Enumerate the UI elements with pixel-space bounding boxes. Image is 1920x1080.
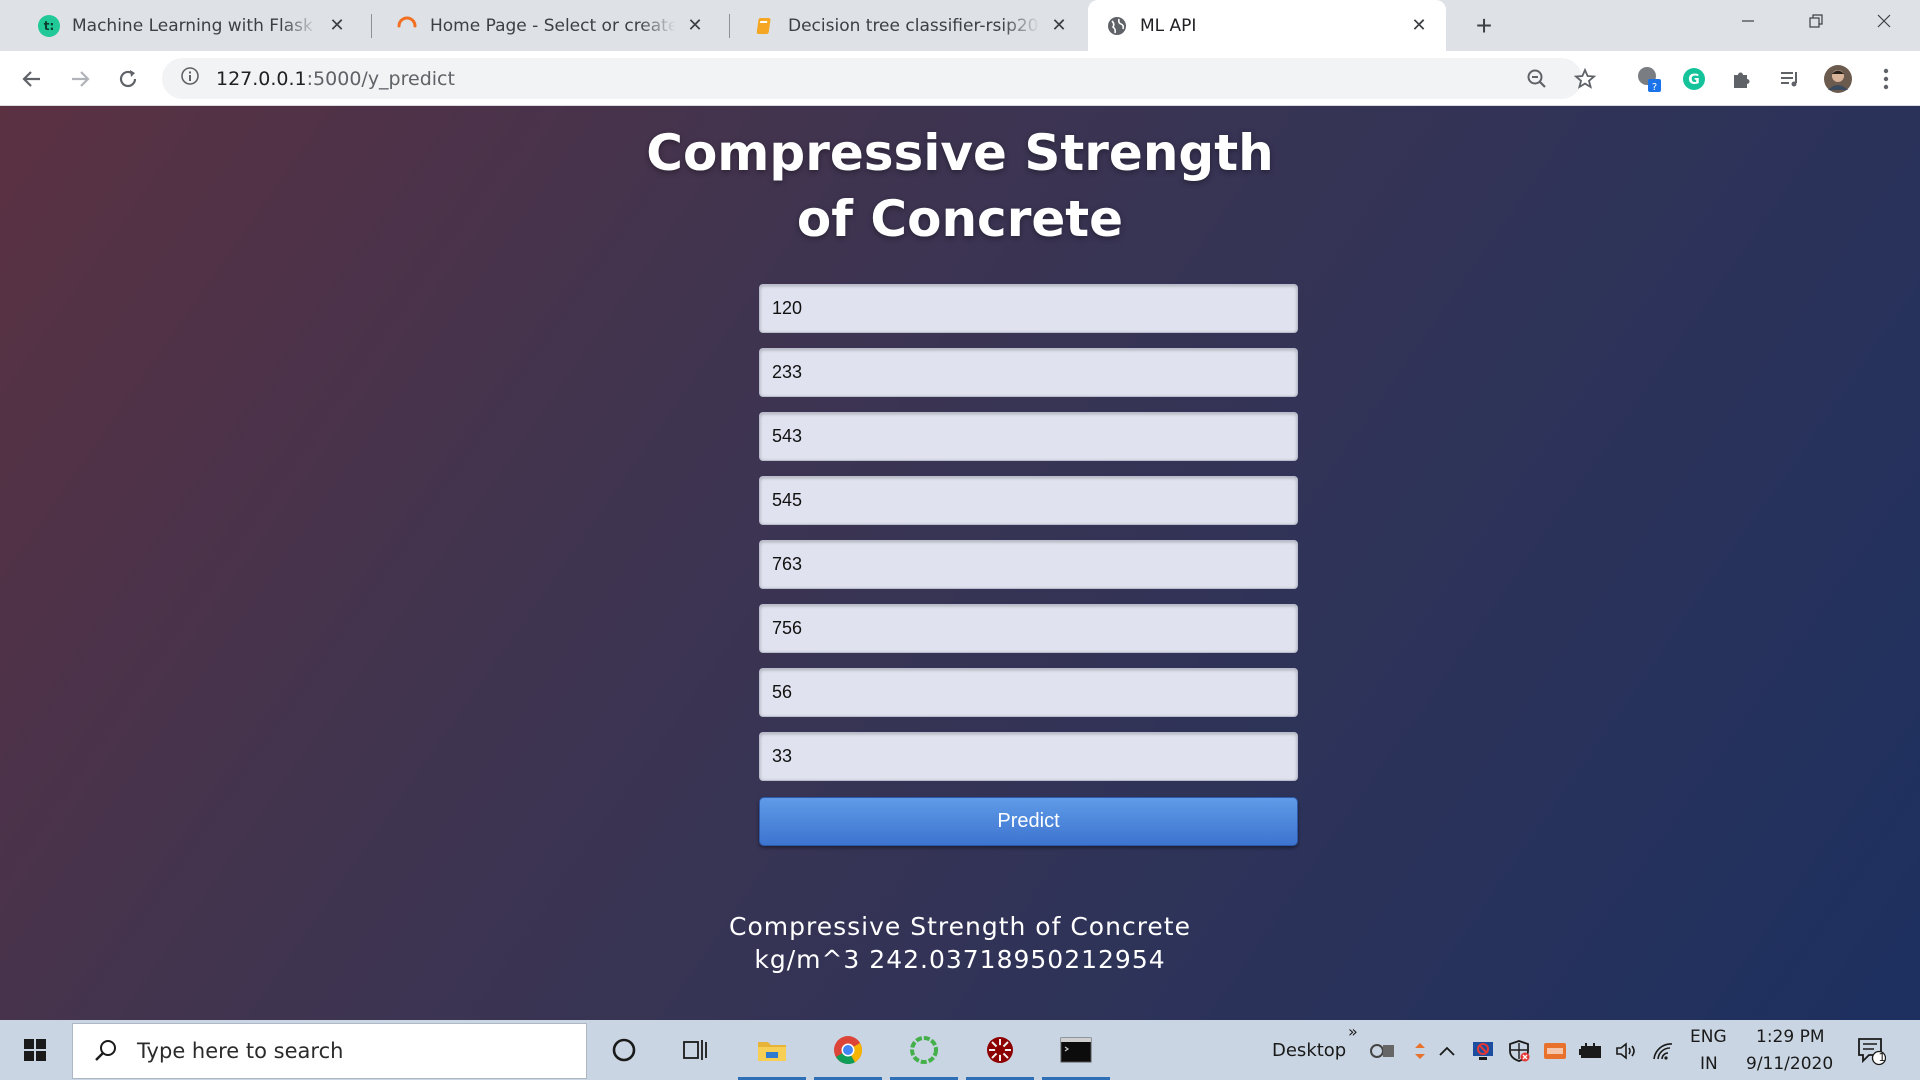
input-field-2[interactable] xyxy=(759,348,1298,397)
toolbar-expand-icon[interactable]: » xyxy=(1348,1022,1358,1041)
task-view-icon[interactable] xyxy=(658,1020,734,1080)
minimize-button[interactable] xyxy=(1714,0,1782,42)
page-title: Compressive Strength of Concrete xyxy=(0,120,1920,252)
globe-icon xyxy=(1106,15,1128,37)
terminal-icon[interactable] xyxy=(1038,1020,1114,1080)
tab-ml-api[interactable]: ML API ✕ xyxy=(1088,0,1446,51)
media-control-icon[interactable] xyxy=(1773,62,1807,96)
defender-shield-icon[interactable] xyxy=(1506,1038,1532,1064)
svg-text:G: G xyxy=(1688,72,1700,88)
desktop-toolbar-label[interactable]: Desktop xyxy=(1272,1040,1346,1061)
url-path: :5000/y_predict xyxy=(306,67,455,90)
forward-button[interactable] xyxy=(63,62,97,96)
extension-help-icon[interactable]: ? xyxy=(1632,62,1666,96)
tab-decision-tree[interactable]: Decision tree classifier-rsip2020 - ✕ xyxy=(736,0,1086,51)
input-language[interactable]: ENG xyxy=(1690,1027,1727,1047)
start-button[interactable] xyxy=(0,1020,70,1080)
result-label: Compressive Strength of Concrete xyxy=(729,912,1191,941)
input-field-5[interactable] xyxy=(759,540,1298,589)
predict-button[interactable]: Predict xyxy=(759,797,1298,846)
input-region[interactable]: IN xyxy=(1700,1054,1718,1074)
close-window-button[interactable] xyxy=(1850,0,1918,42)
volume-icon[interactable] xyxy=(1614,1038,1640,1064)
tab-strip: t: Machine Learning with Flask Fran ✕ Ho… xyxy=(0,0,1920,51)
reload-button[interactable] xyxy=(111,62,145,96)
close-icon[interactable]: ✕ xyxy=(326,15,348,37)
wifi-icon[interactable] xyxy=(1650,1038,1676,1064)
windows-logo-icon xyxy=(24,1039,46,1061)
clock-date[interactable]: 9/11/2020 xyxy=(1746,1054,1833,1074)
input-field-1[interactable] xyxy=(759,284,1298,333)
result-value: kg/m^3 242.03718950212954 xyxy=(754,945,1166,974)
avatar[interactable] xyxy=(1821,62,1855,96)
input-field-8[interactable] xyxy=(759,732,1298,781)
chrome-icon[interactable] xyxy=(810,1020,886,1080)
windows-taskbar: Type here to search Desktop » ENG IN 1:2… xyxy=(0,1020,1920,1080)
tab-ml-flask[interactable]: t: Machine Learning with Flask Fran ✕ xyxy=(20,0,364,51)
taskbar-search[interactable]: Type here to search xyxy=(72,1023,587,1079)
new-tab-button[interactable]: + xyxy=(1468,10,1500,42)
notification-badge: 1 xyxy=(1878,1051,1886,1064)
prediction-result: Compressive Strength of Concrete kg/m^3 … xyxy=(0,910,1920,976)
spyder-icon[interactable] xyxy=(962,1020,1038,1080)
notification-center-icon[interactable]: 1 xyxy=(1856,1036,1886,1066)
page-title-line: of Concrete xyxy=(796,190,1124,248)
tab-title: Decision tree classifier-rsip2020 - xyxy=(788,15,1040,36)
info-icon[interactable] xyxy=(180,66,200,91)
close-icon[interactable]: ✕ xyxy=(1408,15,1430,37)
url-host: 127.0.0.1 xyxy=(216,67,307,90)
tab-title: Home Page - Select or create a n xyxy=(430,15,676,36)
page-title-line: Compressive Strength xyxy=(646,124,1274,182)
ssd-utility-icon[interactable] xyxy=(1542,1038,1568,1064)
clock-time[interactable]: 1:29 PM xyxy=(1756,1027,1825,1047)
url-text: 127.0.0.1:5000/y_predict xyxy=(216,68,455,90)
battery-icon[interactable] xyxy=(1578,1038,1604,1064)
file-explorer-icon[interactable] xyxy=(734,1020,810,1080)
security-center-icon[interactable] xyxy=(1470,1038,1496,1064)
extensions-puzzle-icon[interactable] xyxy=(1725,62,1759,96)
notebook-icon xyxy=(754,15,776,37)
tab-separator xyxy=(371,14,372,38)
tab-home-page[interactable]: Home Page - Select or create a n ✕ xyxy=(378,0,722,51)
zoom-icon[interactable] xyxy=(1520,62,1554,96)
tab-title: Machine Learning with Flask Fran xyxy=(72,15,318,36)
tab-favicon-icon: t: xyxy=(38,14,60,37)
close-icon[interactable]: ✕ xyxy=(1048,15,1070,37)
page-content: Compressive Strength of Concrete Predict… xyxy=(0,106,1920,1020)
restore-button[interactable] xyxy=(1782,0,1850,42)
close-icon[interactable]: ✕ xyxy=(684,15,706,37)
spinner-icon xyxy=(396,15,418,37)
search-placeholder: Type here to search xyxy=(137,1039,344,1063)
anaconda-icon[interactable] xyxy=(886,1020,962,1080)
chevron-up-icon[interactable] xyxy=(1434,1038,1460,1064)
search-icon xyxy=(95,1040,116,1061)
browser-toolbar: 127.0.0.1:5000/y_predict ? G xyxy=(0,51,1920,106)
input-field-3[interactable] xyxy=(759,412,1298,461)
grammarly-icon[interactable]: G xyxy=(1677,62,1711,96)
svg-text:?: ? xyxy=(1652,82,1657,93)
update-icon[interactable] xyxy=(1412,1038,1428,1064)
browser-window: t: Machine Learning with Flask Fran ✕ Ho… xyxy=(0,0,1920,1080)
input-field-4[interactable] xyxy=(759,476,1298,525)
menu-kebab-icon[interactable] xyxy=(1869,62,1903,96)
address-bar[interactable]: 127.0.0.1:5000/y_predict xyxy=(162,58,1596,99)
tab-title: ML API xyxy=(1140,15,1197,36)
input-field-7[interactable] xyxy=(759,668,1298,717)
cortana-icon[interactable] xyxy=(586,1020,662,1080)
input-field-6[interactable] xyxy=(759,604,1298,653)
back-button[interactable] xyxy=(15,62,49,96)
network-monitor-icon[interactable] xyxy=(1370,1038,1396,1064)
tab-separator xyxy=(729,14,730,38)
bookmark-star-icon[interactable] xyxy=(1568,62,1602,96)
